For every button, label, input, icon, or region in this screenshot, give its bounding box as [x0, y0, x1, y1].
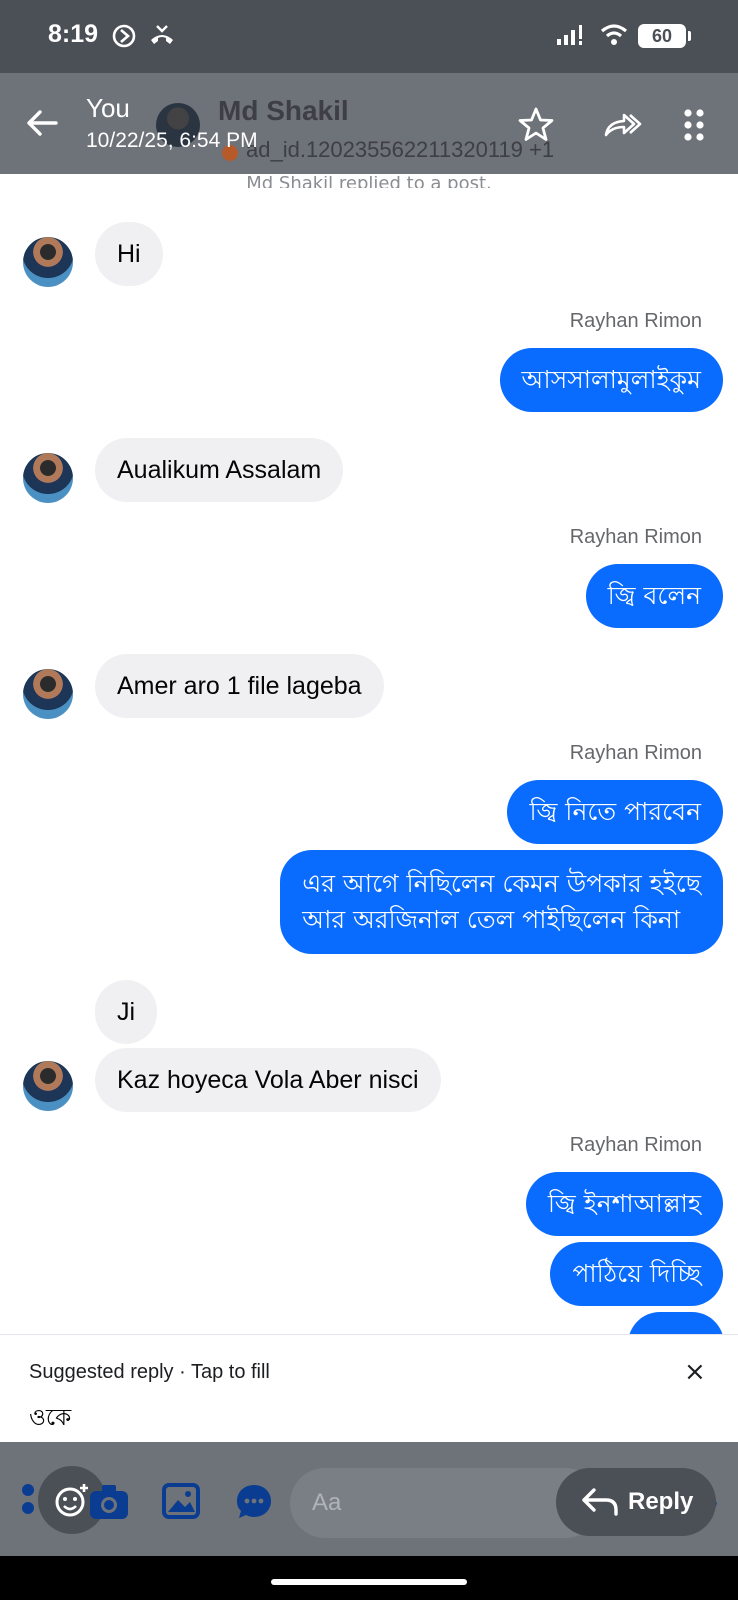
status-time: 8:19 — [48, 20, 99, 48]
outgoing-message[interactable]: পাঠিয়ে দিচ্ছি — [550, 1242, 723, 1306]
sender-name: Rayhan Rimon — [569, 742, 702, 764]
outgoing-message-line: এর আগে নিছিলেন কেমন উপকার হইছে — [302, 869, 701, 898]
sender-avatar — [23, 453, 73, 503]
dnd-icon — [112, 24, 136, 48]
suggested-reply-label: Suggested reply · Tap to fill — [29, 1361, 270, 1383]
sender-name: Rayhan Rimon — [569, 310, 702, 332]
battery-level: 60 — [638, 24, 686, 48]
home-indicator[interactable] — [271, 1579, 467, 1585]
reply-arrow-icon — [582, 1488, 618, 1516]
camera-icon[interactable] — [88, 1482, 132, 1522]
outgoing-message[interactable]: জ্বি নিতে পারবেন — [507, 780, 723, 844]
status-bar: 8:19 60 — [0, 0, 738, 73]
back-arrow-icon[interactable] — [22, 103, 62, 143]
outgoing-message[interactable]: জ্বি বলেন — [585, 564, 723, 628]
battery-nub — [688, 31, 691, 41]
outgoing-message[interactable]: জ্বি ইনশাআল্লাহ — [525, 1172, 723, 1236]
contact-name: Md Shakil — [218, 95, 349, 126]
signal-icon — [557, 25, 582, 45]
you-label: You — [86, 93, 130, 123]
incoming-message[interactable]: Ji — [95, 980, 158, 1044]
message-input[interactable]: Aa — [290, 1468, 600, 1538]
message-list[interactable]: Md Shakil replied to a post. Hi Rayhan R… — [0, 174, 738, 1334]
outgoing-message[interactable]: আসসালামুলাইকুম — [499, 348, 723, 412]
wifi-icon — [600, 24, 628, 45]
system-nav-bar — [0, 1556, 738, 1600]
outgoing-message-line: আর অরজিনাল তেল পাইছিলেন কিনা — [302, 905, 681, 934]
missed-call-icon — [151, 25, 173, 44]
sender-avatar — [23, 237, 73, 287]
sender-avatar — [23, 669, 73, 719]
suggested-reply-panel[interactable]: Suggested reply · Tap to fill ওকে × — [0, 1334, 738, 1442]
reply-button[interactable]: Reply — [556, 1468, 716, 1536]
conversation-header: Md Shakil ad_id.120235562211320119 +1 Yo… — [0, 73, 738, 174]
incoming-message[interactable]: Aualikum Assalam — [95, 438, 344, 502]
incoming-message[interactable]: Hi — [95, 222, 163, 286]
outgoing-message[interactable]: এর আগে নিছিলেন কেমন উপকার হইছে আর অরজিনা… — [280, 850, 723, 954]
system-note: Md Shakil replied to a post. — [246, 176, 492, 188]
star-icon[interactable] — [516, 105, 556, 145]
ad-id-label: ad_id.120235562211320119 +1 — [246, 137, 555, 162]
suggested-reply-text[interactable]: ওকে — [29, 1399, 71, 1438]
sender-avatar — [23, 1061, 73, 1111]
more-vertical-icon[interactable] — [676, 105, 716, 145]
sender-name: Rayhan Rimon — [569, 526, 702, 548]
chat-bubble-icon[interactable] — [234, 1482, 274, 1522]
outgoing-message-partial — [628, 1312, 724, 1334]
message-date: 10/22/25, 6:54 PM — [86, 129, 258, 152]
composer-bar: Aa Reply — [0, 1442, 738, 1556]
incoming-message[interactable]: Kaz hoyeca Vola Aber nisci — [95, 1048, 441, 1112]
image-icon[interactable] — [162, 1482, 202, 1520]
incoming-message[interactable]: Amer aro 1 file lageba — [95, 654, 384, 718]
close-icon[interactable]: × — [684, 1357, 706, 1387]
sender-name: Rayhan Rimon — [569, 1134, 702, 1156]
reply-label: Reply — [628, 1488, 694, 1515]
forward-icon[interactable] — [602, 105, 642, 145]
